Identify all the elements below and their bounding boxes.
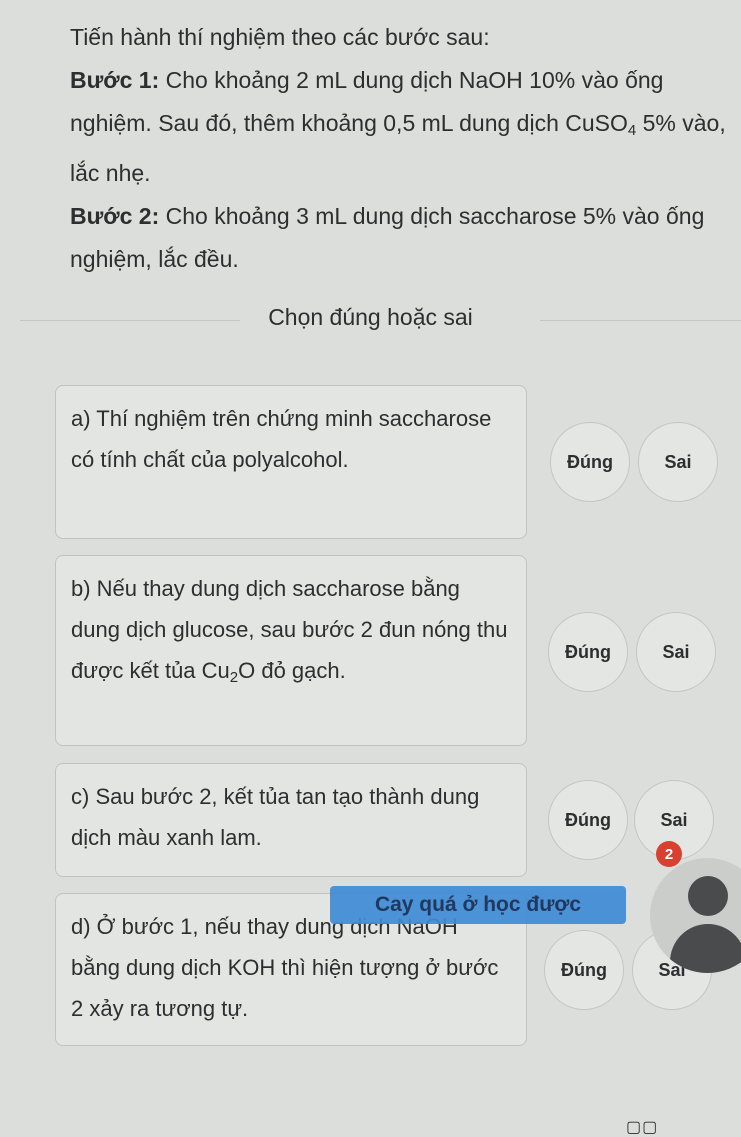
chat-banner[interactable]: Cay quá ở học được — [330, 886, 626, 924]
recent-apps-icon[interactable]: ▢▢ — [626, 1117, 658, 1137]
step-1-text: Cho khoảng 2 mL dung dịch NaOH 10% vào ố… — [70, 67, 664, 136]
statement-text-b: b) Nếu thay dung dịch saccharose bằng du… — [71, 568, 512, 698]
statement-text-c: c) Sau bước 2, kết tủa tan tạo thành dun… — [71, 784, 480, 850]
step-2: Bước 2: Cho khoảng 3 mL dung dịch saccha… — [70, 195, 730, 281]
statement-text-d: d) Ở bước 1, nếu thay dung dịch NaOH bằn… — [71, 914, 499, 1021]
statement-card-b: b) Nếu thay dung dịch saccharose bằng du… — [55, 555, 527, 746]
instructions: Tiến hành thí nghiệm theo các bước sau: … — [70, 16, 730, 281]
true-button-b[interactable]: Đúng — [548, 612, 628, 692]
false-button-a[interactable]: Sai — [638, 422, 718, 502]
statement-card-a: a) Thí nghiệm trên chứng minh saccharose… — [55, 385, 527, 539]
statement-b-subscript: 2 — [229, 669, 239, 686]
avatar-body — [670, 924, 741, 973]
true-button-d[interactable]: Đúng — [544, 930, 624, 1010]
statement-text-b-part2: O đỏ gạch. — [238, 658, 346, 683]
false-button-b[interactable]: Sai — [636, 612, 716, 692]
step-1-label: Bước 1: — [70, 67, 160, 93]
true-button-c[interactable]: Đúng — [548, 780, 628, 860]
true-button-a[interactable]: Đúng — [550, 422, 630, 502]
step-2-label: Bước 2: — [70, 203, 160, 229]
step-1-subscript: 4 — [627, 122, 637, 139]
step-2-text: Cho khoảng 3 mL dung dịch saccharose 5% … — [70, 203, 705, 272]
notification-badge: 2 — [656, 841, 682, 867]
step-1: Bước 1: Cho khoảng 2 mL dung dịch NaOH 1… — [70, 59, 730, 195]
instructions-heading: Tiến hành thí nghiệm theo các bước sau: — [70, 24, 490, 50]
statement-text-a: a) Thí nghiệm trên chứng minh saccharose… — [71, 406, 492, 472]
avatar-head — [688, 876, 728, 916]
statement-card-c: c) Sau bước 2, kết tủa tan tạo thành dun… — [55, 763, 527, 877]
section-title: Chọn đúng hoặc sai — [268, 304, 473, 330]
